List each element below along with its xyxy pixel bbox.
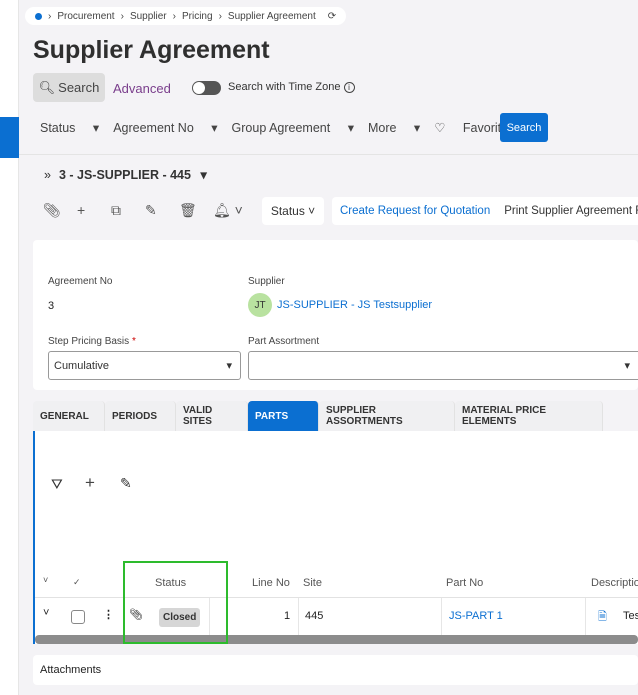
advanced-link[interactable]: Advanced bbox=[113, 81, 171, 96]
timezone-label: Search with Time Zone i bbox=[228, 81, 355, 93]
page-title: Supplier Agreement bbox=[33, 36, 270, 64]
tab-valid-sites[interactable]: VALID SITES bbox=[176, 401, 248, 431]
refresh-icon[interactable]: ⟳ bbox=[328, 11, 336, 22]
row-menu-icon[interactable]: ⋮ bbox=[103, 608, 114, 621]
divider bbox=[19, 154, 638, 155]
document-icon[interactable]: 🗎 bbox=[598, 608, 607, 627]
delete-icon[interactable]: 🗑︎ bbox=[179, 202, 213, 219]
attachment-icon[interactable]: 📎︎ bbox=[43, 202, 77, 219]
notification-icon[interactable]: 🔔︎ ˅ bbox=[213, 202, 263, 219]
status-dropdown[interactable]: Status ˅ bbox=[262, 197, 324, 225]
command-bar: Create Request for Quotation Print Suppl… bbox=[332, 197, 638, 225]
part-assortment-select[interactable]: ▾ bbox=[248, 351, 638, 380]
filter-bar: Status ▾ Agreement No ▾ Group Agreement … bbox=[40, 120, 542, 135]
line-no-cell: 1 bbox=[284, 610, 291, 622]
header-form: Agreement No 3 Supplier JT JS-SUPPLIER -… bbox=[33, 240, 638, 390]
tab-supplier-assortments[interactable]: SUPPLIER ASSORTMENTS bbox=[319, 401, 455, 431]
tab-material-price-elements[interactable]: MATERIAL PRICE ELEMENTS bbox=[455, 401, 603, 431]
heart-icon: ♡ bbox=[434, 121, 446, 135]
info-icon[interactable]: i bbox=[343, 82, 355, 93]
step-pricing-label: Step Pricing Basis * bbox=[48, 336, 136, 347]
search-mode-button[interactable]: 🔍︎ Search bbox=[33, 73, 105, 102]
expand-row-icon[interactable]: ˅ bbox=[43, 607, 49, 619]
search-button[interactable]: Search bbox=[500, 113, 548, 142]
filter-status[interactable]: Status ▾ bbox=[40, 120, 99, 135]
filter-more[interactable]: More ▾ bbox=[368, 120, 420, 135]
breadcrumb-item[interactable]: Supplier bbox=[130, 11, 167, 22]
agreement-no-label: Agreement No bbox=[48, 276, 113, 287]
record-toolbar: 📎︎ + ⧉ ✎ 🗑︎ 🔔︎ ˅ bbox=[43, 202, 263, 219]
part-assortment-label: Part Assortment bbox=[248, 336, 320, 347]
tab-general[interactable]: GENERAL bbox=[33, 401, 105, 431]
select-all-icon[interactable]: ✓ bbox=[73, 577, 81, 588]
chevron-down-icon: ▾ bbox=[226, 360, 232, 372]
chevron-down-icon: ▾ bbox=[624, 360, 630, 372]
print-agreement-button[interactable]: Print Supplier Agreement R bbox=[504, 205, 638, 217]
step-pricing-select[interactable]: Cumulative ▾ bbox=[48, 351, 241, 380]
left-sidebar bbox=[0, 0, 19, 695]
add-icon[interactable]: + bbox=[85, 473, 95, 493]
column-line-no[interactable]: Line No bbox=[252, 577, 290, 589]
search-icon: 🔍︎ bbox=[38, 79, 56, 95]
supplier-label: Supplier bbox=[248, 276, 285, 287]
breadcrumb: › Procurement › Supplier › Pricing › Supplie… bbox=[25, 7, 347, 25]
column-site[interactable]: Site bbox=[303, 577, 322, 589]
home-icon[interactable] bbox=[35, 12, 42, 20]
breadcrumb-item[interactable]: Pricing bbox=[182, 11, 213, 22]
attachments-section[interactable]: Attachments bbox=[33, 655, 638, 685]
breadcrumb-item: Supplier Agreement bbox=[227, 10, 316, 22]
column-description[interactable]: Description bbox=[591, 577, 638, 589]
column-part-no[interactable]: Part No bbox=[446, 577, 483, 589]
tab-periods[interactable]: PERIODS bbox=[105, 401, 176, 431]
description-cell: Tes bbox=[623, 610, 638, 622]
avatar: JT bbox=[248, 293, 272, 317]
edit-icon[interactable]: ✎ bbox=[145, 202, 179, 219]
filter-icon[interactable]: ⛛ bbox=[51, 476, 63, 493]
highlight-box bbox=[123, 561, 228, 644]
expand-all-icon[interactable]: ˅ bbox=[43, 575, 48, 585]
agreement-no-value: 3 bbox=[48, 300, 55, 312]
filter-group-agreement[interactable]: Group Agreement ▾ bbox=[232, 120, 354, 135]
site-cell: 445 bbox=[305, 610, 324, 622]
tab-bar: GENERAL PERIODS VALID SITES PARTS SUPPLI… bbox=[33, 401, 603, 431]
edit-icon[interactable]: ✎ bbox=[120, 475, 132, 492]
create-rfq-button[interactable]: Create Request for Quotation bbox=[340, 205, 490, 217]
part-no-link[interactable]: JS-PART 1 bbox=[449, 610, 503, 622]
breadcrumb-item[interactable]: Procurement bbox=[57, 11, 114, 22]
sidebar-active-item[interactable] bbox=[0, 117, 19, 158]
row-checkbox[interactable] bbox=[71, 610, 85, 624]
tab-parts[interactable]: PARTS bbox=[248, 401, 319, 431]
add-icon[interactable]: + bbox=[77, 202, 111, 219]
expand-icon[interactable]: » bbox=[44, 168, 51, 182]
supplier-link[interactable]: JS-SUPPLIER - JS Testsupplier bbox=[277, 299, 432, 311]
record-selector[interactable]: » 3 - JS-SUPPLIER - 445 ▾ bbox=[44, 167, 207, 182]
duplicate-icon[interactable]: ⧉ bbox=[111, 202, 145, 219]
supplier-field: JT JS-SUPPLIER - JS Testsupplier bbox=[248, 293, 432, 317]
timezone-toggle[interactable] bbox=[192, 81, 221, 95]
filter-agreement-no[interactable]: Agreement No ▾ bbox=[113, 120, 217, 135]
